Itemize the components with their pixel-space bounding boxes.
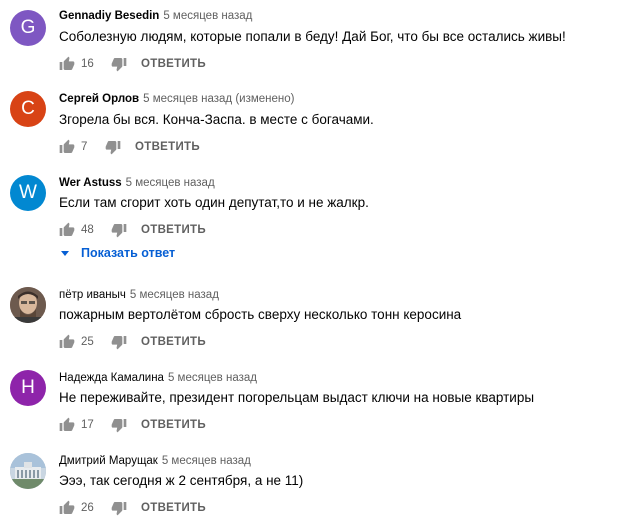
author-name[interactable]: пётр иваныч bbox=[59, 289, 126, 301]
comment-actions: 25 ОТВЕТИТЬ bbox=[59, 332, 206, 352]
comment-header: Надежда Камалина 5 месяцев назад bbox=[59, 372, 257, 384]
like-count: 25 bbox=[81, 336, 94, 348]
comment-text: Если там сгорит хоть один депутат,то и н… bbox=[59, 195, 369, 210]
author-name[interactable]: Дмитрий Марущак bbox=[59, 455, 158, 467]
avatar[interactable]: W bbox=[10, 175, 46, 211]
like-count: 7 bbox=[81, 141, 88, 153]
thumbs-up-icon[interactable] bbox=[59, 417, 75, 433]
reply-button[interactable]: ОТВЕТИТЬ bbox=[141, 336, 206, 348]
comment-text: Соболезную людям, которые попали в беду!… bbox=[59, 29, 566, 44]
avatar[interactable] bbox=[10, 287, 46, 323]
comment-time[interactable]: 5 месяцев назад bbox=[162, 455, 251, 467]
profile-photo bbox=[10, 453, 46, 489]
show-replies-button[interactable]: Показать ответ bbox=[59, 246, 175, 260]
like-count: 26 bbox=[81, 502, 94, 514]
comment-text: пожарным вертолётом сбрость сверху неско… bbox=[59, 307, 462, 322]
author-name[interactable]: Wer Astuss bbox=[59, 177, 122, 189]
avatar[interactable]: H bbox=[10, 370, 46, 406]
avatar[interactable]: G bbox=[10, 10, 46, 46]
thumbs-up-icon[interactable] bbox=[59, 56, 75, 72]
thumbs-down-icon[interactable] bbox=[111, 417, 127, 433]
comment-actions: 16 ОТВЕТИТЬ bbox=[59, 54, 206, 74]
comment-time[interactable]: 5 месяцев назад (изменено) bbox=[143, 93, 294, 105]
author-name[interactable]: Сергей Орлов bbox=[59, 93, 139, 105]
comment-header: Дмитрий Марущак 5 месяцев назад bbox=[59, 455, 251, 467]
comment-actions: 26 ОТВЕТИТЬ bbox=[59, 498, 206, 518]
thumbs-down-icon[interactable] bbox=[111, 56, 127, 72]
avatar[interactable] bbox=[10, 453, 46, 489]
like-count: 48 bbox=[81, 224, 94, 236]
show-replies-label: Показать ответ bbox=[81, 246, 176, 260]
author-name[interactable]: Gennadiy Besedin bbox=[59, 10, 159, 22]
thumbs-down-icon[interactable] bbox=[111, 500, 127, 516]
author-name[interactable]: Надежда Камалина bbox=[59, 372, 164, 384]
thumbs-up-icon[interactable] bbox=[59, 139, 75, 155]
caret-down-icon bbox=[61, 250, 69, 256]
comment-actions: 7 ОТВЕТИТЬ bbox=[59, 137, 200, 157]
reply-button[interactable]: ОТВЕТИТЬ bbox=[141, 419, 206, 431]
reply-button[interactable]: ОТВЕТИТЬ bbox=[141, 58, 206, 70]
reply-button[interactable]: ОТВЕТИТЬ bbox=[141, 224, 206, 236]
profile-photo bbox=[10, 287, 46, 323]
comment-actions: 48 ОТВЕТИТЬ bbox=[59, 220, 206, 240]
comment-text: Згорела бы вся. Конча-Заспа. в месте с б… bbox=[59, 112, 374, 127]
comment-time[interactable]: 5 месяцев назад bbox=[168, 372, 257, 384]
comment-time[interactable]: 5 месяцев назад bbox=[130, 289, 219, 301]
thumbs-down-icon[interactable] bbox=[111, 334, 127, 350]
thumbs-down-icon[interactable] bbox=[111, 222, 127, 238]
comment-text: Не переживайте, президент погорельцам вы… bbox=[59, 390, 535, 405]
reply-button[interactable]: ОТВЕТИТЬ bbox=[141, 502, 206, 514]
comment-text: Эээ, так сегодня ж 2 сентября, а не 11) bbox=[59, 473, 304, 488]
thumbs-up-icon[interactable] bbox=[59, 334, 75, 350]
comment-header: Wer Astuss 5 месяцев назад bbox=[59, 177, 215, 189]
like-count: 17 bbox=[81, 419, 94, 431]
comment-header: Gennadiy Besedin 5 месяцев назад bbox=[59, 10, 252, 22]
thumbs-up-icon[interactable] bbox=[59, 222, 75, 238]
reply-button[interactable]: ОТВЕТИТЬ bbox=[135, 141, 200, 153]
thumbs-down-icon[interactable] bbox=[105, 139, 121, 155]
comment-header: пётр иваныч 5 месяцев назад bbox=[59, 289, 219, 301]
thumbs-up-icon[interactable] bbox=[59, 500, 75, 516]
comment-actions: 17 ОТВЕТИТЬ bbox=[59, 415, 206, 435]
avatar[interactable]: С bbox=[10, 91, 46, 127]
like-count: 16 bbox=[81, 58, 94, 70]
comment-time[interactable]: 5 месяцев назад bbox=[126, 177, 215, 189]
comment-time[interactable]: 5 месяцев назад bbox=[163, 10, 252, 22]
comment-header: Сергей Орлов 5 месяцев назад (изменено) bbox=[59, 93, 294, 105]
